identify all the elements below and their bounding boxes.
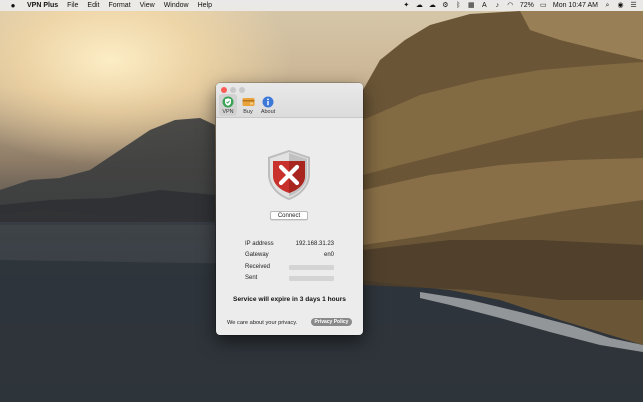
tab-vpn-label: VPN [222,109,234,115]
sent-label: Sent [245,274,258,281]
volume-icon[interactable]: ♪ [494,2,501,9]
input-source-icon[interactable]: A [481,2,488,9]
menu-edit[interactable]: Edit [87,2,99,9]
vpn-plus-window: VPN Buy About Connect IP address 192.168… [216,83,363,335]
menu-clock[interactable]: Mon 10:47 AM [553,2,598,9]
tab-about[interactable]: About [259,94,277,116]
ip-address-label: IP address [245,241,274,247]
sent-row: Sent [245,275,334,286]
menu-format[interactable]: Format [108,2,130,9]
gateway-label: Gateway [245,252,269,259]
vpn-shield-icon [222,95,235,108]
received-label: Received [245,263,271,270]
wifi-icon[interactable]: ◠ [507,2,514,9]
menu-view[interactable]: View [140,2,155,9]
battery-percent: 72% [519,2,534,9]
menu-app-name[interactable]: VPN Plus [27,2,58,9]
expiry-message: Service will expire in 3 days 1 hours [233,296,346,303]
disconnected-shield-icon [266,149,312,201]
notification-center-icon[interactable]: ☰ [630,2,637,9]
tab-vpn[interactable]: VPN [219,94,237,116]
bluetooth-icon[interactable]: ᛒ [455,2,462,9]
privacy-message: We care about your privacy. [227,320,298,326]
cloud-icon[interactable]: ☁ [416,2,423,9]
sent-bar [289,276,334,282]
menu-window[interactable]: Window [164,2,189,9]
menu-file[interactable]: File [67,2,78,9]
siri-icon[interactable]: ◉ [617,2,624,9]
privacy-policy-button[interactable]: Privacy Policy [311,318,352,326]
tab-buy[interactable]: Buy [239,94,257,116]
window-zoom-button[interactable] [239,87,245,93]
ip-address-row: IP address 192.168.31.23 [245,241,334,252]
gateway-value: en0 [323,252,334,259]
window-close-button[interactable] [221,87,227,93]
received-row: Received [245,264,334,275]
received-bar [289,265,334,271]
tab-about-label: About [260,109,276,115]
dropbox-icon[interactable]: ✦ [403,2,410,9]
connect-button[interactable]: Connect [270,211,308,220]
menu-help[interactable]: Help [198,2,212,9]
connection-info: IP address 192.168.31.23 Gateway en0 Rec… [245,241,334,286]
battery-icon[interactable]: ▭ [540,2,547,9]
gateway-row: Gateway en0 [245,252,334,263]
tab-buy-label: Buy [243,109,253,115]
menu-bar: ● VPN Plus File Edit Format View Window … [0,0,643,11]
window-minimize-button[interactable] [230,87,236,93]
info-icon [262,95,275,108]
ip-address-value: 192.168.31.23 [295,241,334,247]
window-toolbar: VPN Buy About [219,94,277,116]
keyboard-icon[interactable]: ▦ [468,2,475,9]
window-titlebar[interactable]: VPN Buy About [216,83,363,118]
apple-menu-icon[interactable]: ● [8,1,18,10]
cloud-upload-icon[interactable]: ☁ [429,2,436,9]
spotlight-search-icon[interactable]: ⌕ [604,2,611,9]
wallet-icon [242,95,255,108]
gear-icon[interactable]: ⚙ [442,2,449,9]
